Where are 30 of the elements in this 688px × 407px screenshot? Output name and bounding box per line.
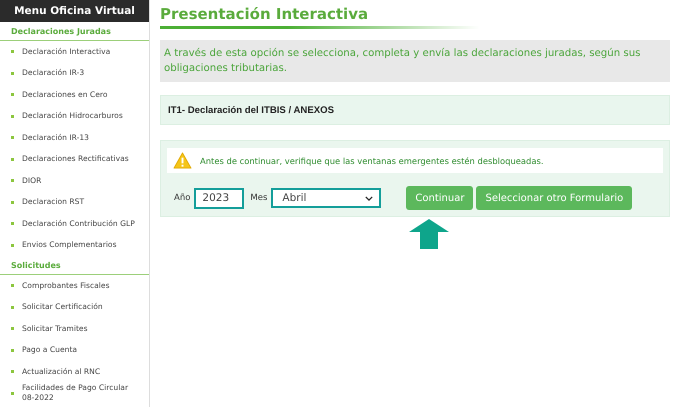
form-name: IT1- Declaración del ITBIS / ANEXOS bbox=[168, 104, 334, 116]
bullet-icon bbox=[11, 179, 14, 182]
chevron-down-icon bbox=[365, 196, 374, 200]
page-title: Presentación Interactiva bbox=[160, 5, 370, 23]
bullet-icon bbox=[11, 244, 14, 247]
bullet-icon bbox=[11, 158, 14, 161]
sidebar-title: Menu Oficina Virtual bbox=[0, 0, 149, 22]
bullet-icon bbox=[11, 93, 14, 96]
bullet-icon bbox=[11, 306, 14, 309]
bullet-icon bbox=[11, 200, 14, 204]
month-dropdown[interactable]: Abril bbox=[271, 188, 382, 208]
description-text: A través de esta opción se selecciona, completa y envía las declaraciones juradas, según sus obligaciones tributarias. bbox=[160, 40, 670, 82]
warning-text: Antes de continuar, verifique que las ventanas emergentes estén desbloqueadas. bbox=[200, 156, 544, 166]
bullet-icon bbox=[11, 136, 14, 140]
bullet-icon bbox=[11, 327, 14, 330]
month-label: Mes bbox=[250, 193, 268, 203]
up-arrow-icon bbox=[409, 219, 449, 249]
year-field[interactable]: 2023 bbox=[194, 188, 244, 208]
year-label: Año bbox=[174, 193, 190, 203]
bullet-icon bbox=[11, 392, 14, 395]
warning-icon bbox=[173, 152, 192, 169]
bullet-icon bbox=[11, 222, 14, 226]
bullet-icon bbox=[11, 72, 14, 75]
section-heading: Solicitudes bbox=[0, 256, 149, 275]
bullet-icon bbox=[11, 50, 14, 54]
bullet-icon bbox=[11, 114, 14, 118]
bullet-icon bbox=[11, 348, 14, 352]
section-heading: Declaraciones Juradas bbox=[0, 22, 149, 41]
bullet-icon bbox=[11, 284, 14, 288]
bullet-icon bbox=[11, 370, 14, 374]
